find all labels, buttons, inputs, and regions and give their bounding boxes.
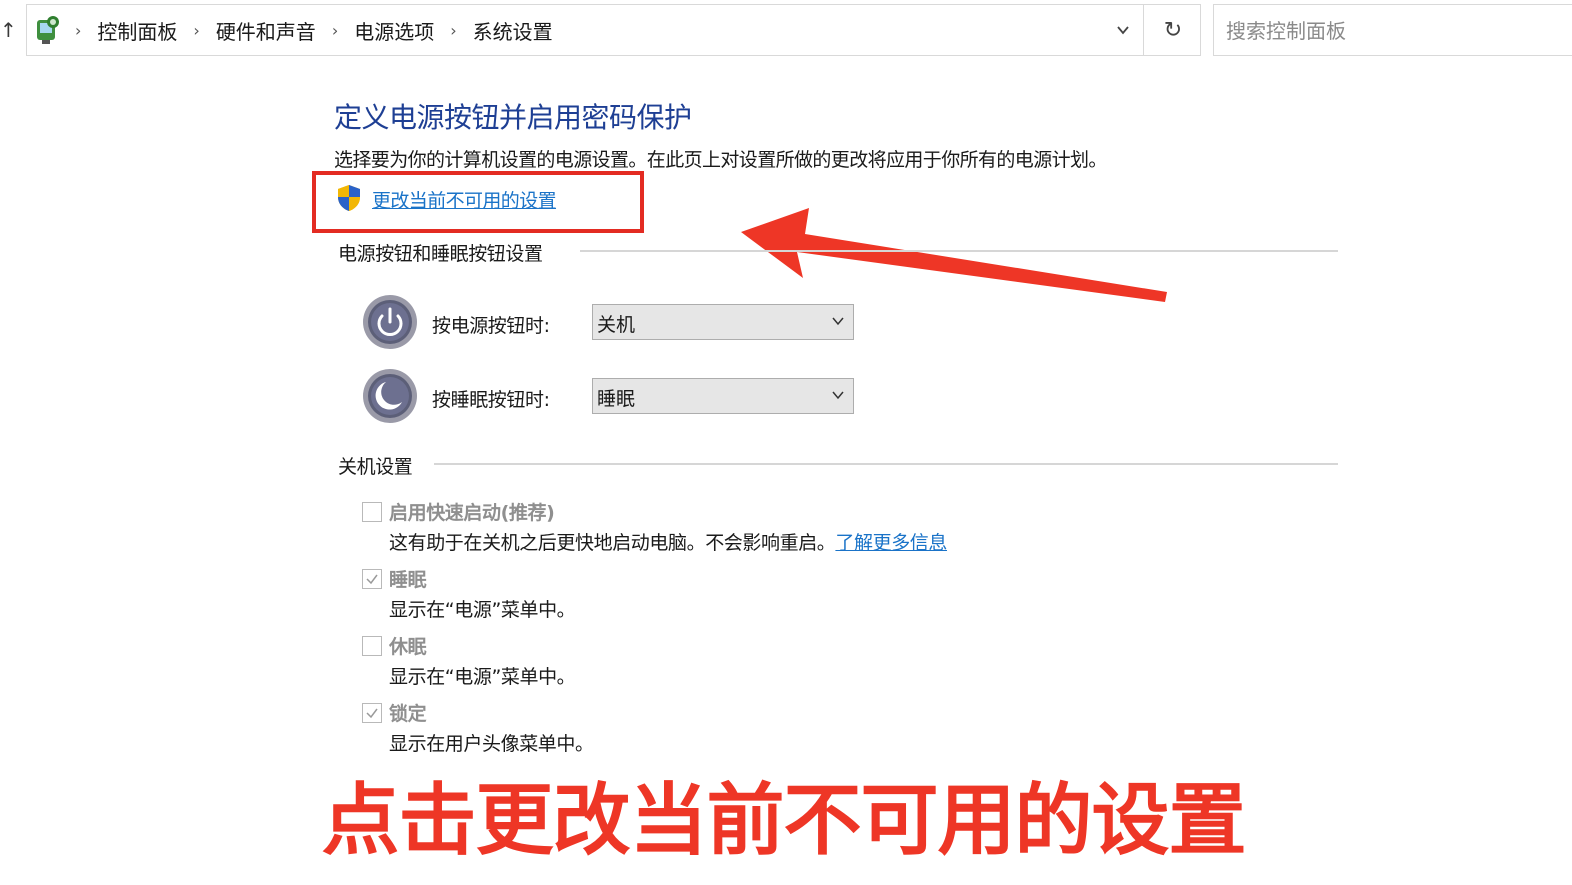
checkmark-icon bbox=[366, 574, 378, 585]
chevron-down-icon bbox=[1117, 26, 1129, 35]
sleep-button-action-select[interactable]: 睡眠 bbox=[592, 378, 854, 414]
uac-shield-icon bbox=[338, 185, 360, 211]
breadcrumb-item-power-options[interactable]: 电源选项 bbox=[346, 16, 442, 45]
lock-checkbox[interactable] bbox=[362, 703, 382, 723]
checkmark-icon bbox=[366, 708, 378, 719]
tutorial-caption: 点击更改当前不可用的设置 bbox=[321, 776, 1246, 866]
power-button-label: 按电源按钮时: bbox=[432, 315, 550, 337]
hibernate-checkbox[interactable] bbox=[362, 636, 382, 656]
change-unavailable-settings-link[interactable]: 更改当前不可用的设置 bbox=[372, 186, 557, 213]
breadcrumb-item-hardware-sound[interactable]: 硬件和声音 bbox=[208, 16, 324, 45]
refresh-button[interactable]: ↻ bbox=[1153, 5, 1193, 55]
chevron-right-icon[interactable]: › bbox=[324, 21, 346, 40]
control-panel-icon bbox=[37, 16, 59, 44]
control-panel-window: ↑ › 控制面板 › 硬件和声音 › 电源选项 › 系统设置 ↻ 搜索控制面板 … bbox=[0, 0, 1572, 885]
sleep-button-action-value: 睡眠 bbox=[597, 388, 636, 410]
power-buttons-section-title: 电源按钮和睡眠按钮设置 bbox=[338, 239, 555, 266]
up-arrow-icon[interactable]: ↑ bbox=[0, 12, 17, 48]
sleep-button-label: 按睡眠按钮时: bbox=[432, 389, 550, 411]
shutdown-section-title: 关机设置 bbox=[338, 452, 425, 479]
section-divider bbox=[434, 463, 1338, 465]
chevron-right-icon[interactable]: › bbox=[442, 21, 464, 40]
fast-startup-label: 启用快速启动(推荐) bbox=[389, 502, 555, 524]
chevron-down-icon bbox=[832, 391, 844, 400]
fast-startup-checkbox[interactable] bbox=[362, 502, 382, 522]
power-button-action-value: 关机 bbox=[597, 314, 636, 336]
hibernate-option-description: 显示在“电源”菜单中。 bbox=[389, 666, 576, 688]
fast-startup-description-text: 这有助于在关机之后更快地启动电脑。不会影响重启。 bbox=[389, 532, 836, 554]
power-icon bbox=[363, 295, 417, 349]
address-history-dropdown[interactable] bbox=[1103, 5, 1143, 55]
search-box[interactable] bbox=[1213, 4, 1572, 56]
lock-option-label: 锁定 bbox=[389, 703, 427, 725]
sleep-icon bbox=[363, 369, 417, 423]
sleep-option-label: 睡眠 bbox=[389, 569, 427, 591]
breadcrumb-item-system-settings[interactable]: 系统设置 bbox=[465, 16, 561, 45]
sleep-option-description: 显示在“电源”菜单中。 bbox=[389, 599, 576, 621]
address-bar[interactable]: › 控制面板 › 硬件和声音 › 电源选项 › 系统设置 ↻ bbox=[26, 4, 1201, 56]
power-button-action-select[interactable]: 关机 bbox=[592, 304, 854, 340]
fast-startup-description: 这有助于在关机之后更快地启动电脑。不会影响重启。了解更多信息 bbox=[389, 528, 947, 555]
page-description: 选择要为你的计算机设置的电源设置。在此页上对设置所做的更改将应用于你所有的电源计… bbox=[334, 149, 1107, 171]
learn-more-link[interactable]: 了解更多信息 bbox=[835, 532, 947, 554]
refresh-icon: ↻ bbox=[1163, 17, 1183, 43]
page-title: 定义电源按钮并启用密码保护 bbox=[334, 101, 692, 134]
address-divider bbox=[1143, 5, 1144, 55]
breadcrumb-item-control-panel[interactable]: 控制面板 bbox=[89, 16, 185, 45]
chevron-right-icon[interactable]: › bbox=[185, 21, 207, 40]
sleep-checkbox[interactable] bbox=[362, 569, 382, 589]
section-divider bbox=[580, 250, 1338, 252]
search-input[interactable] bbox=[1224, 13, 1558, 49]
red-arrow-annotation bbox=[741, 208, 1167, 302]
lock-option-description: 显示在用户头像菜单中。 bbox=[389, 733, 594, 755]
chevron-right-icon: › bbox=[75, 20, 82, 40]
chevron-down-icon bbox=[832, 317, 844, 326]
breadcrumb: › 控制面板 › 硬件和声音 › 电源选项 › 系统设置 bbox=[67, 5, 561, 55]
hibernate-option-label: 休眠 bbox=[389, 636, 427, 658]
